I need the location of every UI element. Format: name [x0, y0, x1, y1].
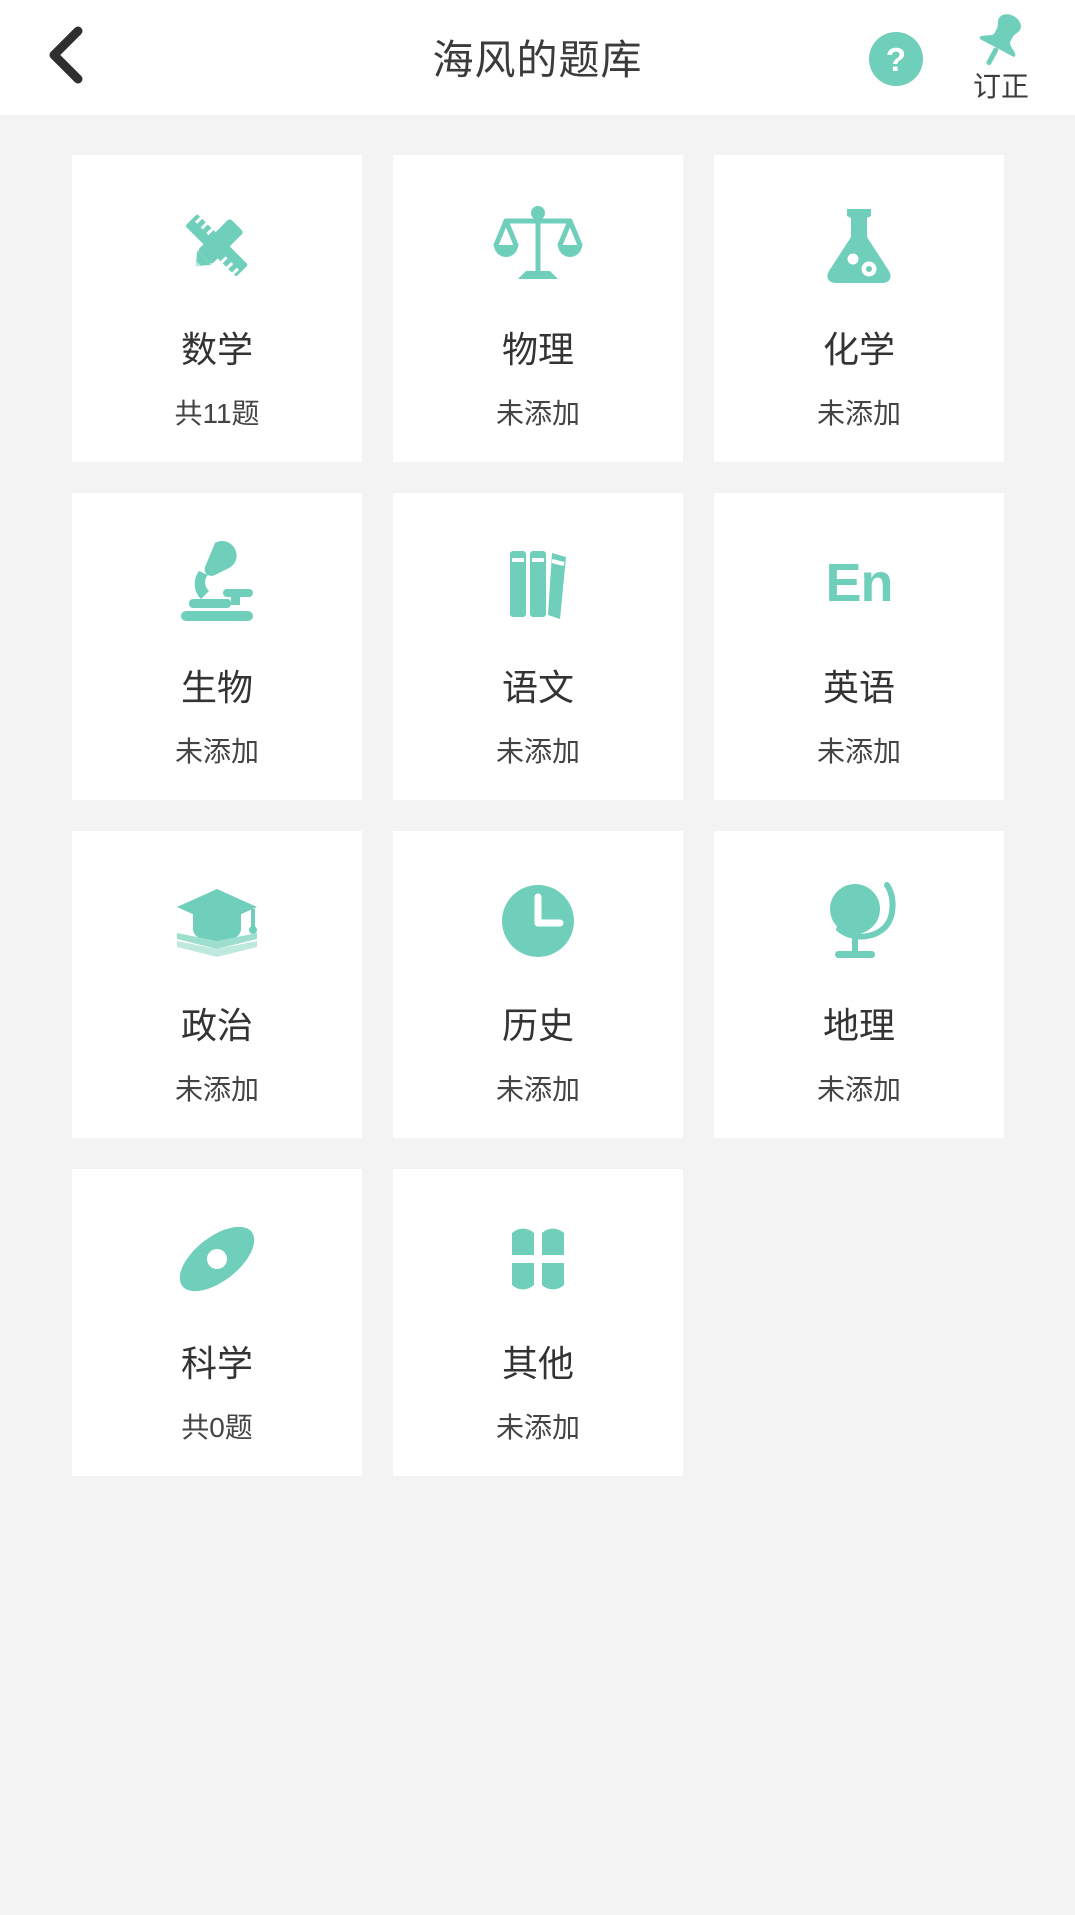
- correction-button[interactable]: 订正: [941, 8, 1061, 112]
- correction-label: 订正: [972, 71, 1029, 102]
- subject-subtitle: 未添加: [174, 736, 259, 767]
- flask-icon: [714, 199, 1004, 291]
- pencil-ruler-icon: [72, 199, 362, 291]
- svg-text:?: ?: [886, 41, 906, 78]
- microscope-icon: [72, 537, 362, 629]
- subject-subtitle: 共11题: [174, 398, 260, 429]
- subject-subtitle: 未添加: [174, 1074, 259, 1105]
- subject-card-chinese[interactable]: 语文 未添加: [393, 493, 683, 800]
- subject-title: 历史: [501, 1005, 574, 1046]
- en-letters-icon: En: [714, 537, 1004, 629]
- subject-title: 数学: [180, 329, 253, 370]
- subject-title: 政治: [180, 1005, 253, 1046]
- subject-subtitle: 未添加: [495, 736, 580, 767]
- balance-scale-icon: [393, 199, 683, 291]
- atom-icon: [72, 1213, 362, 1305]
- graduation-cap-icon: [72, 875, 362, 967]
- question-mark-circle-icon: ?: [869, 32, 923, 90]
- subject-card-science[interactable]: 科学 共0题: [72, 1169, 362, 1476]
- subject-card-math[interactable]: 数学 共11题: [72, 155, 362, 462]
- subject-subtitle: 未添加: [816, 1074, 901, 1105]
- subject-title: 化学: [822, 329, 895, 370]
- subject-card-biology[interactable]: 生物 未添加: [72, 493, 362, 800]
- help-button[interactable]: ?: [869, 32, 923, 86]
- subject-card-history[interactable]: 历史 未添加: [393, 831, 683, 1138]
- subject-subtitle: 未添加: [816, 736, 901, 767]
- subject-card-other[interactable]: 其他 未添加: [393, 1169, 683, 1476]
- subject-title: 物理: [501, 329, 574, 370]
- books-icon: [393, 537, 683, 629]
- subject-subtitle: 未添加: [495, 398, 580, 429]
- en-letters-text: En: [825, 553, 893, 613]
- subject-subtitle: 未添加: [495, 1412, 580, 1443]
- subject-grid: 数学 共11题 物理 未添加 化学 未添加 生物 未添加 语文 未添加 En 英…: [72, 155, 1004, 1476]
- subject-subtitle: 未添加: [495, 1074, 580, 1105]
- subject-title: 英语: [822, 667, 895, 708]
- subject-title: 科学: [180, 1343, 253, 1384]
- subject-title: 语文: [501, 667, 574, 708]
- subject-card-chemistry[interactable]: 化学 未添加: [714, 155, 1004, 462]
- subject-subtitle: 未添加: [816, 398, 901, 429]
- subject-card-english[interactable]: En 英语 未添加: [714, 493, 1004, 800]
- subject-title: 地理: [822, 1005, 895, 1046]
- app-header: 海风的题库 ? 订正: [0, 0, 1075, 115]
- clock-icon: [393, 875, 683, 967]
- pushpin-icon: [970, 8, 1032, 72]
- subject-subtitle: 共0题: [181, 1412, 253, 1443]
- globe-icon: [714, 875, 1004, 967]
- subject-title: 生物: [180, 667, 253, 708]
- four-petal-icon: [393, 1213, 683, 1305]
- subject-card-physics[interactable]: 物理 未添加: [393, 155, 683, 462]
- subject-title: 其他: [501, 1343, 574, 1384]
- subject-card-politics[interactable]: 政治 未添加: [72, 831, 362, 1138]
- subject-card-geography[interactable]: 地理 未添加: [714, 831, 1004, 1138]
